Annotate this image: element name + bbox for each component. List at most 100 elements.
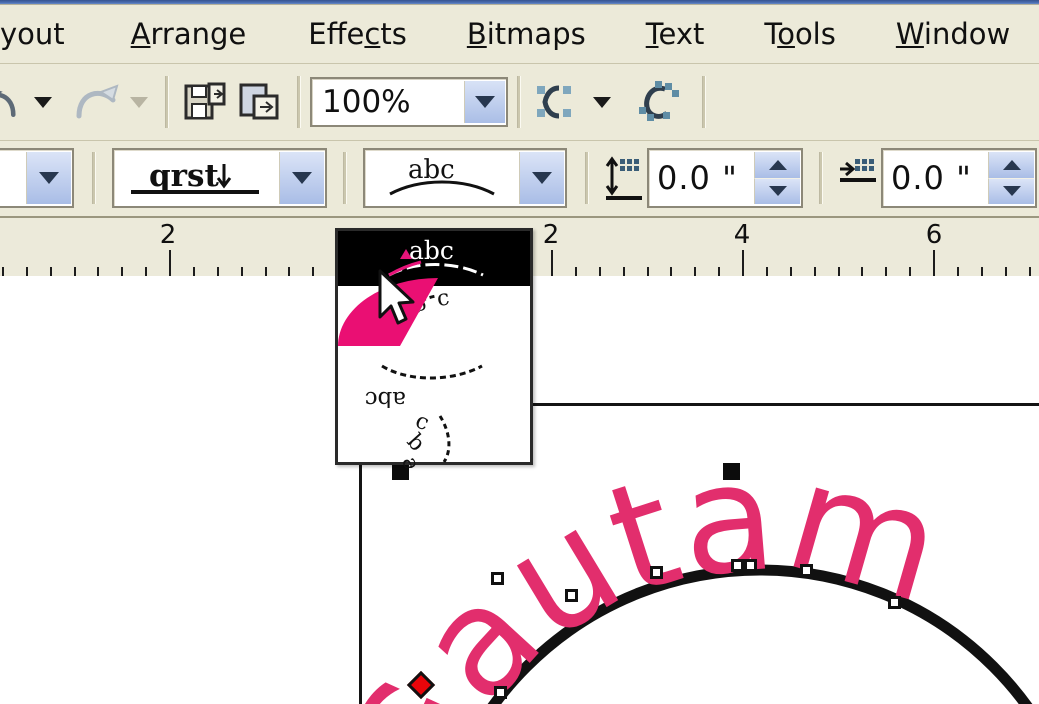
path-node[interactable]: [888, 596, 901, 609]
abc-on-arc-icon: abc: [388, 155, 495, 196]
path-node[interactable]: [650, 566, 663, 579]
path-node[interactable]: [744, 559, 757, 572]
menu-item-effects-pre: Effe: [308, 17, 365, 51]
path-node[interactable]: [565, 589, 578, 602]
placement-above-path-item[interactable]: abc: [338, 231, 530, 286]
ruler-minor-tick: [694, 267, 696, 276]
ruler-label: 2: [542, 220, 560, 250]
ruler-label: 2: [159, 220, 177, 250]
path-node[interactable]: [731, 559, 744, 572]
zoom-level-dropdown-button[interactable]: [464, 81, 505, 123]
truncated-dropdown-button[interactable]: [26, 152, 71, 204]
menu-item-window[interactable]: Window: [884, 17, 1022, 51]
text-orientation-dropdown[interactable]: qrst: [112, 148, 327, 208]
menu-item-window-accel: W: [895, 17, 924, 51]
application-launcher-button[interactable]: [530, 76, 582, 128]
spinner-down-button[interactable]: [988, 177, 1034, 204]
menu-item-bitmaps-label: itmaps: [486, 17, 586, 51]
text-placement-value: abc: [365, 150, 518, 206]
svg-text:c: c: [435, 286, 451, 312]
ruler-major-tick: [933, 250, 935, 276]
zoom-level-value: 100%: [322, 84, 411, 120]
chevron-down-icon: [292, 172, 312, 184]
text-placement-dropdown-button[interactable]: [519, 152, 564, 204]
menu-item-layout[interactable]: yout: [0, 17, 77, 51]
menu-item-bitmaps[interactable]: Bitmaps: [455, 17, 598, 51]
path-node[interactable]: [800, 564, 813, 577]
ruler-minor-tick: [26, 267, 28, 276]
ruler-minor-tick: [217, 267, 219, 276]
abc-rotated-left-icon: c b a: [396, 408, 451, 468]
toolbar-separator-3: [517, 76, 521, 128]
path-node[interactable]: [491, 572, 504, 585]
horizontal-offset-value[interactable]: 0.0 ": [883, 159, 987, 197]
spinner-up-button[interactable]: [988, 152, 1034, 178]
ruler-minor-tick: [2, 267, 4, 276]
spinner-up-button[interactable]: [754, 152, 800, 178]
text-orientation-value: qrst: [114, 152, 278, 204]
chevron-down-icon: [475, 96, 495, 108]
property-separator-3: [585, 152, 589, 204]
corel-online-button[interactable]: [630, 76, 688, 128]
undo-dropdown-button[interactable]: [26, 76, 60, 128]
menu-item-tools-pre: T: [764, 17, 778, 51]
spinner-up-icon: [1002, 159, 1021, 170]
ruler-major-tick: [742, 250, 744, 276]
export-button[interactable]: [232, 76, 288, 128]
menu-item-arrange[interactable]: Arrange: [119, 17, 259, 51]
ruler-label: 4: [733, 220, 751, 250]
ruler-minor-tick: [885, 267, 887, 276]
horizontal-offset-stepper[interactable]: [988, 152, 1034, 204]
ruler-label: 6: [925, 220, 943, 250]
ruler-major-tick: [551, 250, 553, 276]
ruler-minor-tick: [790, 267, 792, 276]
zoom-level-combobox[interactable]: 100%: [310, 77, 508, 127]
horizontal-offset-spinner[interactable]: 0.0 ": [881, 148, 1037, 208]
menu-item-effects[interactable]: Effects: [296, 17, 419, 51]
menu-item-tools-post: ols: [794, 17, 836, 51]
text-placement-flyout[interactable]: abc a b c abc: [335, 228, 533, 468]
export-icon: [239, 83, 279, 120]
ruler-minor-tick: [647, 267, 649, 276]
ruler-minor-tick: [766, 267, 768, 276]
redo-dropdown-button[interactable]: [122, 76, 156, 128]
menu-item-text-accel: T: [645, 17, 659, 51]
toolbar-separator-4: [702, 76, 706, 128]
path-node[interactable]: [494, 686, 507, 699]
truncated-dropdown[interactable]: [0, 148, 74, 208]
menu-item-text-label: ext: [658, 17, 705, 51]
menu-item-tools[interactable]: Tools: [752, 17, 847, 51]
ruler-minor-tick: [814, 267, 816, 276]
undo-button[interactable]: [0, 76, 26, 128]
ruler-minor-tick: [265, 267, 267, 276]
distance-from-path-spinner[interactable]: 0.0 ": [647, 148, 803, 208]
distance-from-path-icon: [603, 150, 647, 206]
application-launcher-icon: [537, 85, 571, 119]
text-orientation-dropdown-button[interactable]: [279, 152, 324, 204]
ruler-minor-tick: [599, 267, 601, 276]
ruler-minor-tick: [861, 267, 863, 276]
import-button[interactable]: [178, 76, 232, 128]
placement-below-path-item[interactable]: abc: [338, 348, 530, 408]
menu-item-text[interactable]: Text: [634, 17, 717, 51]
toolbar-separator-1: [165, 76, 169, 128]
distance-from-path-stepper[interactable]: [754, 152, 800, 204]
spinner-down-button[interactable]: [754, 177, 800, 204]
redo-button[interactable]: [72, 76, 122, 128]
distance-from-path-value[interactable]: 0.0 ": [649, 159, 753, 197]
ruler-minor-tick: [312, 267, 314, 276]
ruler-minor-tick: [121, 267, 123, 276]
ruler-minor-tick: [670, 267, 672, 276]
selection-handle-top-middle[interactable]: [723, 463, 740, 480]
ruler-minor-tick: [909, 267, 911, 276]
menu-bar: yout Arrange Effects Bitmaps Text Tools …: [0, 5, 1039, 64]
redo-arrow-icon: [76, 84, 119, 119]
ruler-minor-tick: [575, 267, 577, 276]
chevron-down-icon: [34, 96, 52, 108]
text-placement-dropdown[interactable]: abc: [363, 148, 567, 208]
ruler-minor-tick: [1005, 267, 1007, 276]
application-launcher-dropdown-button[interactable]: [582, 76, 622, 128]
ruler-minor-tick: [623, 267, 625, 276]
placement-rotate-left-item[interactable]: c b a: [338, 408, 530, 468]
svg-text:b: b: [402, 429, 430, 456]
